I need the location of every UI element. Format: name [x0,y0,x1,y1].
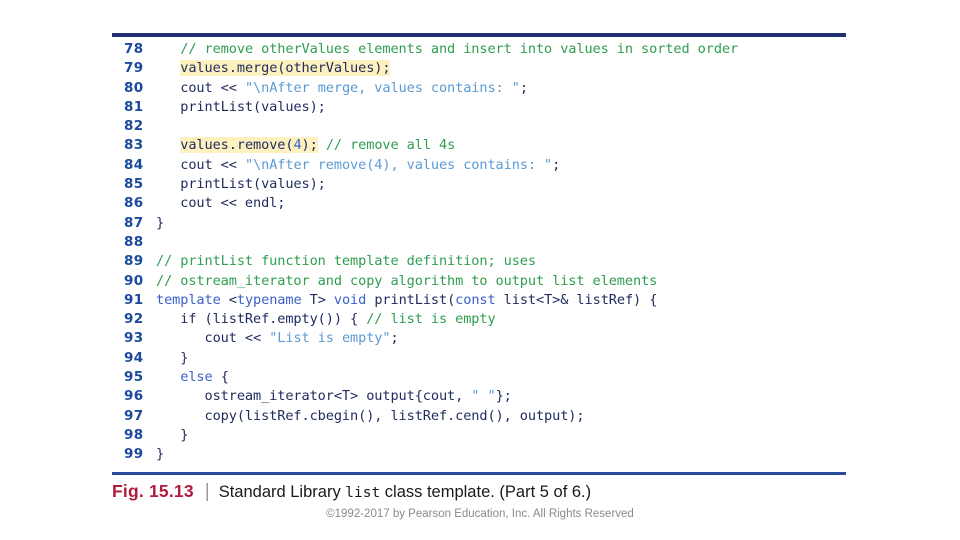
code-line: 92 if (listRef.empty()) { // list is emp… [112,311,872,330]
line-source: cout << "\nAfter remove(4), values conta… [156,156,561,173]
code-line: 93 cout << "List is empty"; [112,330,872,349]
line-source [156,118,164,134]
line-number: 83 [124,137,144,154]
figure-number: Fig. 15.13 [112,481,194,501]
line-source: values.merge(otherValues); [180,60,391,77]
code-line: 83 values.remove(4); // remove all 4s [112,137,872,156]
line-number: 90 [124,272,144,289]
caption-mono-term: list [345,485,381,501]
line-number: 89 [124,253,144,270]
code-line: 97 copy(listRef.cbegin(), listRef.cend()… [112,408,872,427]
line-source: } [156,214,165,231]
line-number: 99 [124,446,144,463]
code-listing: 78 // remove otherValues elements and in… [112,41,872,466]
line-source: cout << "List is empty"; [156,330,399,347]
line-number: 95 [124,369,144,386]
line-source: } [156,446,165,463]
line-number: 81 [124,98,144,115]
code-line: 78 // remove otherValues elements and in… [112,41,872,60]
line-number: 86 [124,195,144,212]
code-line: 79 values.merge(otherValues); [112,60,872,79]
code-line: 96 ostream_iterator<T> output{cout, " "}… [112,388,872,407]
line-source: // printList function template definitio… [156,253,536,270]
code-line: 80 cout << "\nAfter merge, values contai… [112,80,872,99]
code-line: 85 printList(values); [112,176,872,195]
line-number: 97 [124,407,144,424]
line-number: 85 [124,176,144,193]
line-number: 87 [124,214,144,231]
line-number: 88 [124,233,144,250]
line-number: 79 [124,60,144,77]
code-line: 86 cout << endl; [112,195,872,214]
code-line: 82 [112,118,872,137]
caption-text-before: Standard Library [218,483,346,501]
code-line: 89 // printList function template defini… [112,253,872,272]
caption-text-after: class template. (Part 5 of 6.) [380,483,592,501]
code-line: 81 printList(values); [112,99,872,118]
line-number: 94 [124,349,144,366]
line-source: cout << endl; [156,195,286,212]
line-source: } [156,349,189,366]
line-source: printList(values); [156,176,326,193]
line-source: cout << "\nAfter merge, values contains:… [156,79,528,96]
code-line: 99 } [112,446,872,465]
line-source [156,234,164,250]
line-source: // remove otherValues elements and inser… [180,41,739,57]
caption-text: Standard Library list class template. (P… [219,483,591,502]
code-line: 95 else { [112,369,872,388]
line-source: else { [180,369,229,386]
code-line: 88 [112,234,872,253]
line-number: 80 [124,79,144,96]
line-number: 78 [124,41,144,57]
line-source: template <typename T> void printList(con… [156,291,658,308]
line-number: 91 [124,291,144,308]
line-number: 84 [124,156,144,173]
top-divider-rule [112,33,846,37]
line-number: 82 [124,118,144,135]
line-source: printList(values); [156,98,326,115]
line-source: ostream_iterator<T> output{cout, " "}; [156,388,512,405]
figure-caption: Fig. 15.13 | Standard Library list class… [112,481,591,503]
line-source: copy(listRef.cbegin(), listRef.cend(), o… [156,407,585,424]
code-line: 87 } [112,215,872,234]
line-source: values.remove(4); // remove all 4s [180,137,456,154]
line-source: // ostream_iterator and copy algorithm t… [156,272,658,289]
code-line: 98 } [112,427,872,446]
line-source: } [156,426,189,443]
line-number: 98 [124,426,144,443]
line-number: 92 [124,311,144,328]
code-line: 94 } [112,350,872,369]
line-number: 96 [124,388,144,405]
caption-separator: | [204,481,210,502]
code-line: 90 // ostream_iterator and copy algorith… [112,273,872,292]
line-source: if (listRef.empty()) { // list is empty [156,311,496,328]
bottom-divider-rule [112,472,846,475]
copyright-notice: ©1992-2017 by Pearson Education, Inc. Al… [326,508,634,520]
slide-canvas: 78 // remove otherValues elements and in… [0,0,960,540]
code-line: 91 template <typename T> void printList(… [112,292,872,311]
line-number: 93 [124,330,144,347]
code-line: 84 cout << "\nAfter remove(4), values co… [112,157,872,176]
